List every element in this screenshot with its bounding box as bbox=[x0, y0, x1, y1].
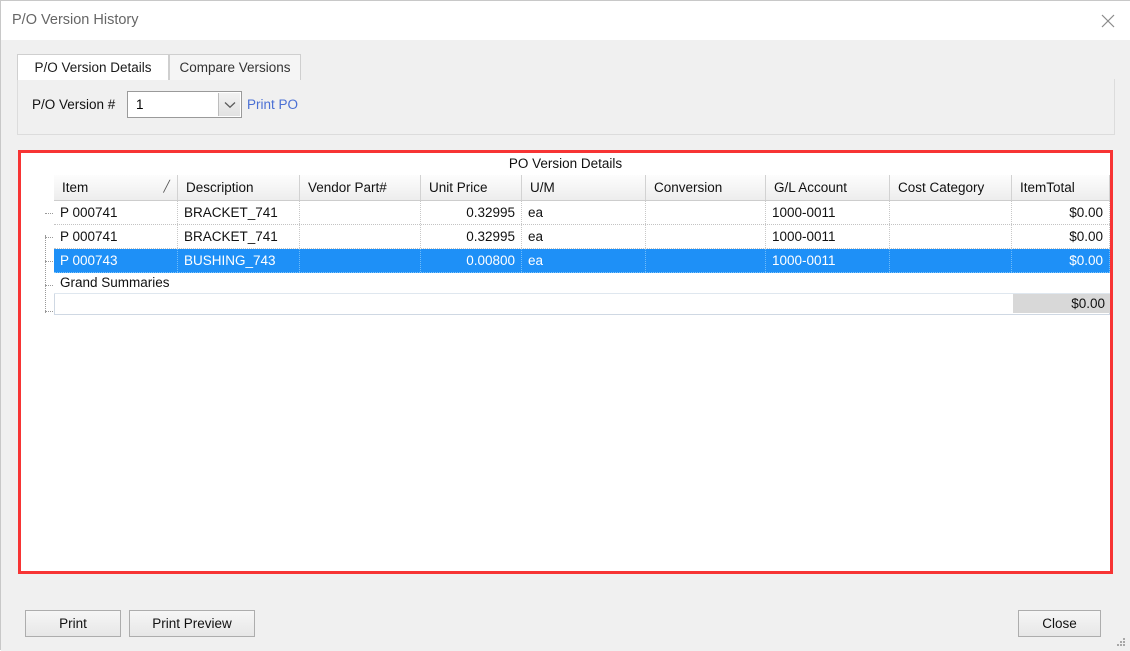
print-button[interactable]: Print bbox=[25, 610, 121, 637]
close-window-button[interactable] bbox=[1085, 1, 1130, 39]
grid-group-line bbox=[45, 235, 47, 313]
grand-summaries-total-row: $0.00 bbox=[54, 294, 1110, 315]
grand-summaries-label: Grand Summaries bbox=[60, 275, 170, 290]
grid-caption: PO Version Details bbox=[21, 154, 1110, 175]
print-preview-button[interactable]: Print Preview bbox=[129, 610, 255, 637]
grid-header-description-label: Description bbox=[186, 180, 254, 195]
cell-conversion[interactable] bbox=[646, 249, 766, 272]
cell-conversion[interactable] bbox=[646, 201, 766, 224]
grid-header-unit_price-label: Unit Price bbox=[429, 180, 488, 195]
grid-group-dash bbox=[45, 311, 53, 313]
cell-item_total[interactable]: $0.00 bbox=[1012, 225, 1110, 248]
grid-group-gutter bbox=[21, 175, 54, 571]
grid-header-vendor_part[interactable]: Vendor Part# bbox=[300, 175, 421, 200]
cell-item[interactable]: P 000743 bbox=[54, 249, 178, 272]
cell-unit_price[interactable]: 0.32995 bbox=[421, 201, 522, 224]
cell-vendor_part[interactable] bbox=[300, 225, 421, 248]
grid-header-unit_price[interactable]: Unit Price bbox=[421, 175, 522, 200]
tab-compare-versions-label: Compare Versions bbox=[179, 60, 291, 75]
table-row[interactable]: P 000743 BUSHING_743 0.00800 ea 1000-0011 $0.… bbox=[54, 249, 1110, 273]
po-version-details-grid[interactable]: Item ╱ Description Vendor Part# Unit Price U/… bbox=[21, 175, 1110, 571]
tab-strip: P/O Version Details Compare Versions bbox=[17, 54, 1115, 80]
po-version-select-arrow[interactable] bbox=[218, 93, 240, 116]
cell-item_total[interactable]: $0.00 bbox=[1012, 249, 1110, 272]
grid-header-item_total[interactable]: ItemTotal bbox=[1012, 175, 1110, 200]
grand-summaries-label-row: Grand Summaries bbox=[54, 273, 1110, 294]
po-version-details-highlight: PO Version Details Item ╱ Description Vendo… bbox=[18, 150, 1113, 574]
grid-header-gl_account-label: G/L Account bbox=[774, 180, 848, 195]
po-version-select-value: 1 bbox=[136, 97, 144, 112]
grid-header-gl_account[interactable]: G/L Account bbox=[766, 175, 890, 200]
cell-conversion[interactable] bbox=[646, 225, 766, 248]
grid-header-item[interactable]: Item ╱ bbox=[54, 175, 178, 200]
cell-cost_category[interactable] bbox=[890, 249, 1012, 272]
po-version-select[interactable]: 1 bbox=[127, 91, 242, 118]
close-button[interactable]: Close bbox=[1018, 610, 1101, 637]
grand-summaries-total: $0.00 bbox=[1013, 294, 1110, 313]
cell-vendor_part[interactable] bbox=[300, 201, 421, 224]
grid-group-dash bbox=[45, 213, 53, 215]
window-title: P/O Version History bbox=[12, 12, 139, 28]
cell-gl_account[interactable]: 1000-0011 bbox=[766, 225, 890, 248]
cell-vendor_part[interactable] bbox=[300, 249, 421, 272]
grid-header-conversion-label: Conversion bbox=[654, 180, 723, 195]
grid-header-item_total-label: ItemTotal bbox=[1020, 180, 1075, 195]
tab-po-version-details-label: P/O Version Details bbox=[34, 60, 152, 75]
cell-cost_category[interactable] bbox=[890, 225, 1012, 248]
grid-header-vendor_part-label: Vendor Part# bbox=[308, 180, 387, 195]
chevron-down-icon bbox=[224, 102, 236, 109]
cell-unit_price[interactable]: 0.32995 bbox=[421, 225, 522, 248]
window-client-area: P/O Version Details Compare Versions P/O… bbox=[1, 40, 1130, 651]
cell-item[interactable]: P 000741 bbox=[54, 201, 178, 224]
grid-header-cost_category[interactable]: Cost Category bbox=[890, 175, 1012, 200]
grid-header-um[interactable]: U/M bbox=[522, 175, 646, 200]
print-po-link[interactable]: Print PO bbox=[247, 97, 298, 112]
version-selector-panel: P/O Version # 1 Print PO bbox=[17, 79, 1115, 135]
cell-item[interactable]: P 000741 bbox=[54, 225, 178, 248]
grid-group-dash bbox=[45, 261, 53, 263]
grid-header-cost_category-label: Cost Category bbox=[898, 180, 985, 195]
grid-header-row: Item ╱ Description Vendor Part# Unit Price U/… bbox=[54, 175, 1110, 201]
cell-cost_category[interactable] bbox=[890, 201, 1012, 224]
sort-indicator-icon: ╱ bbox=[163, 181, 170, 193]
grid-header-um-label: U/M bbox=[530, 180, 555, 195]
cell-um[interactable]: ea bbox=[522, 249, 646, 272]
tab-po-version-details[interactable]: P/O Version Details bbox=[17, 54, 169, 80]
grid-group-dash bbox=[45, 237, 53, 239]
po-version-label: P/O Version # bbox=[32, 97, 116, 112]
resize-grip[interactable] bbox=[1115, 636, 1127, 648]
grid-header-description[interactable]: Description bbox=[178, 175, 300, 200]
cell-description[interactable]: BRACKET_741 bbox=[178, 201, 300, 224]
grid-header-item-label: Item bbox=[62, 180, 89, 195]
close-icon bbox=[1101, 14, 1115, 28]
cell-description[interactable]: BRACKET_741 bbox=[178, 225, 300, 248]
po-version-history-window: P/O Version History P/O Version Details … bbox=[0, 0, 1130, 651]
table-row[interactable]: P 000741 BRACKET_741 0.32995 ea 1000-0011 $0.… bbox=[54, 201, 1110, 225]
cell-item_total[interactable]: $0.00 bbox=[1012, 201, 1110, 224]
table-row[interactable]: P 000741 BRACKET_741 0.32995 ea 1000-0011 $0.… bbox=[54, 225, 1110, 249]
cell-gl_account[interactable]: 1000-0011 bbox=[766, 201, 890, 224]
cell-description[interactable]: BUSHING_743 bbox=[178, 249, 300, 272]
grid-group-dash bbox=[45, 285, 53, 287]
cell-um[interactable]: ea bbox=[522, 201, 646, 224]
tab-compare-versions[interactable]: Compare Versions bbox=[169, 54, 301, 80]
cell-um[interactable]: ea bbox=[522, 225, 646, 248]
title-bar: P/O Version History bbox=[1, 1, 1130, 40]
cell-gl_account[interactable]: 1000-0011 bbox=[766, 249, 890, 272]
cell-unit_price[interactable]: 0.00800 bbox=[421, 249, 522, 272]
grid-header-conversion[interactable]: Conversion bbox=[646, 175, 766, 200]
